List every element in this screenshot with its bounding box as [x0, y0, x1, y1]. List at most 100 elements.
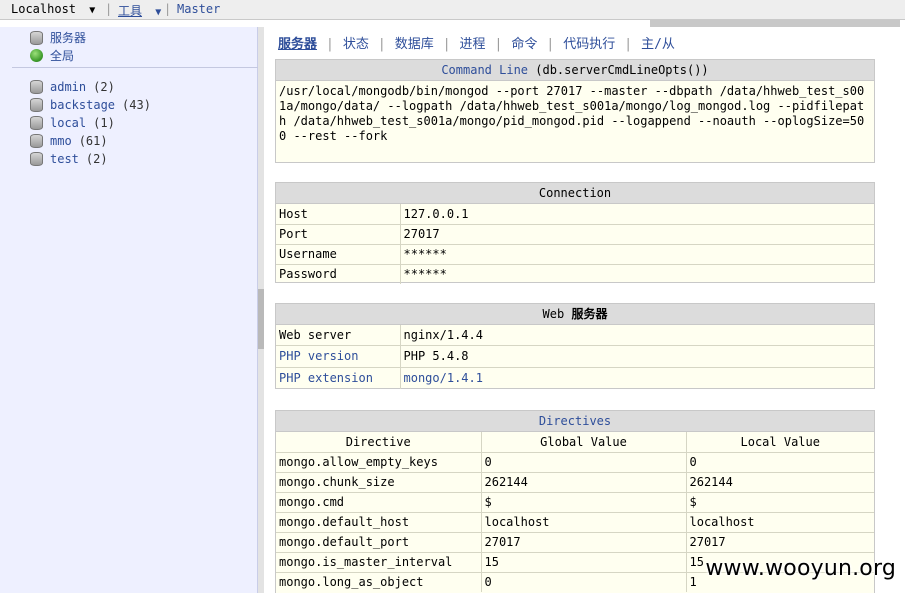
tab-status[interactable]: 状态 — [343, 37, 369, 52]
sidebar-db-mmo[interactable]: mmo (61) — [30, 134, 108, 148]
db-count: (1) — [93, 116, 115, 130]
table-row: Port 27017 — [276, 223, 874, 244]
global-value: 262144 — [480, 471, 686, 492]
local-value: localhost — [685, 511, 874, 532]
db-count: (2) — [85, 152, 108, 166]
top-toolbar: Localhost ▼ | 工具 ▼ | Master — [0, 0, 905, 20]
tab-separator: | — [377, 37, 386, 52]
directives-header: Directives — [276, 411, 874, 432]
table-row: mongo.chunk_size 262144 262144 — [276, 471, 874, 492]
db-count: (2) — [93, 80, 115, 94]
web-server-title-suffix: 服务器 — [571, 307, 608, 321]
master-link[interactable]: Master — [177, 2, 220, 16]
server-icon — [30, 30, 43, 45]
database-icon — [30, 116, 43, 130]
row-key: Web server — [279, 327, 352, 342]
row-value: 127.0.0.1 — [399, 204, 874, 224]
tab-command[interactable]: 命令 — [511, 37, 537, 52]
connection-panel: Connection Host 127.0.0.1 Port 27017 Usern… — [275, 182, 875, 284]
table-row: Password ****** — [276, 263, 874, 284]
horizontal-scrollbar[interactable] — [650, 20, 900, 27]
global-value: 15 — [480, 551, 686, 572]
directive-name: mongo.long_as_object — [276, 571, 481, 592]
command-line-panel: Command Line (db.serverCmdLineOpts()) /u… — [275, 59, 875, 163]
host-label[interactable]: Localhost — [11, 2, 76, 16]
database-icon — [30, 134, 43, 148]
local-value: 0 — [685, 451, 874, 472]
command-line-link[interactable]: Command Line — [441, 63, 528, 77]
tab-bar: 服务器 | 状态 | 数据库 | 进程 | 命令 | 代码执行 | 主/从 — [278, 33, 675, 52]
tab-separator: | — [494, 37, 503, 52]
watermark: www.wooyun.org — [705, 556, 896, 581]
web-server-title-prefix: Web — [542, 307, 572, 321]
table-row: Web server nginx/1.4.4 — [276, 325, 874, 345]
sidebar-item-label[interactable]: 全局 — [50, 47, 74, 64]
web-server-table: Web server nginx/1.4.4 PHP version PHP 5.4… — [276, 325, 874, 389]
sidebar-db-backstage[interactable]: backstage (43) — [30, 98, 151, 112]
row-value: PHP 5.4.8 — [399, 344, 874, 367]
connection-table: Host 127.0.0.1 Port 27017 Username ****** P… — [276, 204, 874, 284]
tools-menu[interactable]: 工具 ▼ — [118, 2, 161, 19]
tab-separator: | — [442, 37, 451, 52]
row-value: 27017 — [399, 223, 874, 244]
global-value: 0 — [480, 571, 686, 592]
sidebar-db-local[interactable]: local (1) — [30, 116, 115, 130]
host-dropdown-icon[interactable]: ▼ — [83, 5, 95, 16]
tab-server[interactable]: 服务器 — [278, 37, 317, 52]
host-menu[interactable]: Localhost ▼ — [11, 2, 95, 16]
sidebar-db-admin[interactable]: admin (2) — [30, 80, 115, 94]
sidebar-item-global[interactable]: 全局 — [30, 47, 74, 64]
tab-separator: | — [546, 37, 555, 52]
mongo-extension-link[interactable]: mongo/1.4.1 — [399, 366, 874, 389]
db-name[interactable]: mmo — [50, 134, 72, 148]
directives-link[interactable]: Directives — [539, 414, 611, 428]
sidebar-item-label[interactable]: 服务器 — [50, 29, 86, 46]
database-icon — [30, 80, 43, 94]
db-name[interactable]: test — [50, 152, 79, 166]
tab-execute[interactable]: 代码执行 — [563, 37, 615, 52]
php-version-link[interactable]: PHP version — [276, 344, 400, 367]
php-extension-link[interactable]: PHP extension — [276, 366, 400, 389]
local-value: $ — [685, 491, 874, 512]
table-header-row: Directive Global Value Local Value — [276, 432, 874, 452]
sidebar-db-test[interactable]: test (2) — [30, 152, 108, 166]
directive-name: mongo.default_port — [276, 531, 481, 552]
table-row: PHP extension mongo/1.4.1 — [276, 366, 874, 389]
tab-separator: | — [624, 37, 633, 52]
sidebar: 服务器 全局 admin (2) backstage (43) local (1… — [0, 27, 258, 593]
sidebar-divider — [12, 67, 258, 68]
web-server-header: Web 服务器 — [276, 304, 874, 325]
local-value: 262144 — [685, 471, 874, 492]
tab-databases[interactable]: 数据库 — [395, 37, 434, 52]
globe-icon — [30, 49, 43, 62]
directive-name: mongo.default_host — [276, 511, 481, 532]
row-key: Username — [276, 243, 400, 264]
sidebar-item-server[interactable]: 服务器 — [30, 29, 86, 46]
tab-replication[interactable]: 主/从 — [641, 37, 675, 52]
db-name[interactable]: local — [50, 116, 86, 130]
command-line-value: /usr/local/mongodb/bin/mongod --port 270… — [279, 84, 865, 143]
tools-dropdown-icon[interactable]: ▼ — [149, 7, 161, 18]
db-count: (43) — [122, 98, 151, 112]
table-row: mongo.default_port 27017 27017 — [276, 531, 874, 552]
column-header: Local Value — [685, 432, 874, 452]
table-row: Host 127.0.0.1 — [276, 204, 874, 224]
connection-header: Connection — [276, 183, 874, 204]
column-header: Global Value — [480, 432, 686, 452]
tools-label[interactable]: 工具 — [118, 4, 142, 18]
table-row: mongo.allow_empty_keys 0 0 — [276, 451, 874, 472]
database-icon — [30, 152, 43, 166]
global-value: localhost — [480, 511, 686, 532]
directive-name: mongo.is_master_interval — [276, 551, 481, 572]
row-key: Host — [279, 206, 308, 221]
row-key: Password — [276, 263, 400, 284]
table-row: PHP version PHP 5.4.8 — [276, 344, 874, 367]
toolbar-separator: | — [164, 2, 172, 16]
command-line-header: Command Line (db.serverCmdLineOpts()) — [276, 60, 874, 81]
db-name[interactable]: admin — [50, 80, 86, 94]
directive-name: mongo.chunk_size — [276, 471, 481, 492]
db-name[interactable]: backstage — [50, 98, 115, 112]
row-key: Port — [276, 223, 400, 244]
global-value: 0 — [480, 451, 686, 472]
tab-processes[interactable]: 进程 — [460, 37, 486, 52]
